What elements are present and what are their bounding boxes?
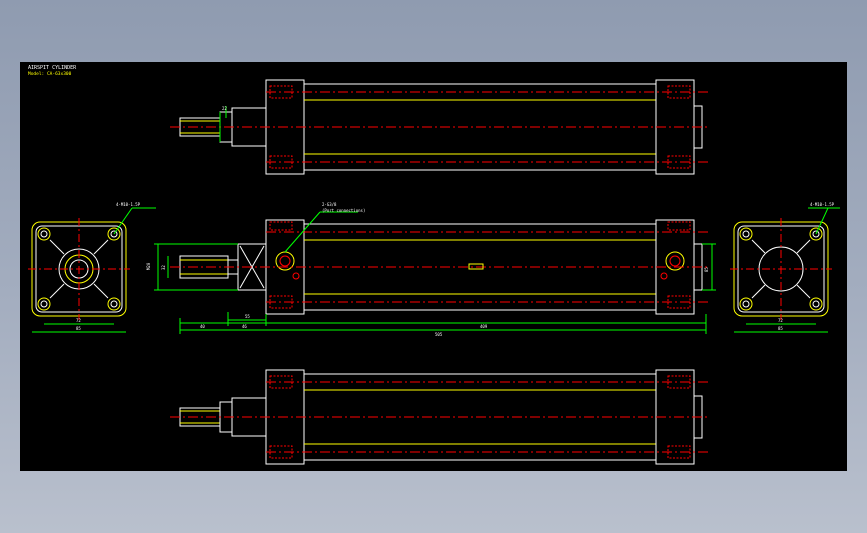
mid-port-right-inner	[669, 255, 681, 267]
dim-mid-55: 55	[245, 314, 250, 319]
dim-mid-body: 409	[480, 324, 488, 329]
note-holes-left: 4-M10-1.5P	[116, 202, 141, 207]
dim-mid-dia-rod2: 32	[161, 265, 166, 270]
note-port-top: 2-G3/8	[322, 202, 337, 207]
note-holes-right: 4-M10-1.5P	[810, 202, 835, 207]
drawing-subtitle: Model: CA-63x300	[28, 71, 72, 77]
cad-drawing-canvas: AIRSPIT CYLINDER Model: CA-63x300 22 M20…	[20, 62, 847, 471]
cad-drawing-svg: AIRSPIT CYLINDER Model: CA-63x300 22 M20…	[28, 65, 840, 465]
left-end-view: 72 85 4-M10-1.5P	[28, 202, 156, 333]
note-port-top-sub: (Port connections)	[322, 208, 365, 213]
bottom-view	[170, 369, 710, 465]
dim-left-85: 85	[76, 326, 81, 331]
dim-mid-46: 46	[242, 324, 247, 329]
dim-mid-dia-rod: M20	[146, 262, 151, 270]
dim-mid-40: 40	[200, 324, 205, 329]
dim-right-85: 85	[778, 326, 783, 331]
middle-view: M20 32 40 46 55 409 505 85 2-G3/8 (Port …	[146, 202, 716, 337]
drawing-title: AIRSPIT CYLINDER	[28, 65, 77, 71]
dim-mid-right: 85	[704, 267, 709, 272]
dim-left-72: 72	[76, 318, 81, 323]
dim-top-22: 22	[222, 106, 227, 111]
dim-right-72: 72	[778, 318, 783, 323]
mid-port-left-inner	[279, 255, 291, 267]
top-view: 22	[170, 79, 710, 175]
right-end-view: 72 85 4-M10-1.5P	[730, 202, 840, 333]
dim-mid-total: 505	[435, 332, 443, 337]
